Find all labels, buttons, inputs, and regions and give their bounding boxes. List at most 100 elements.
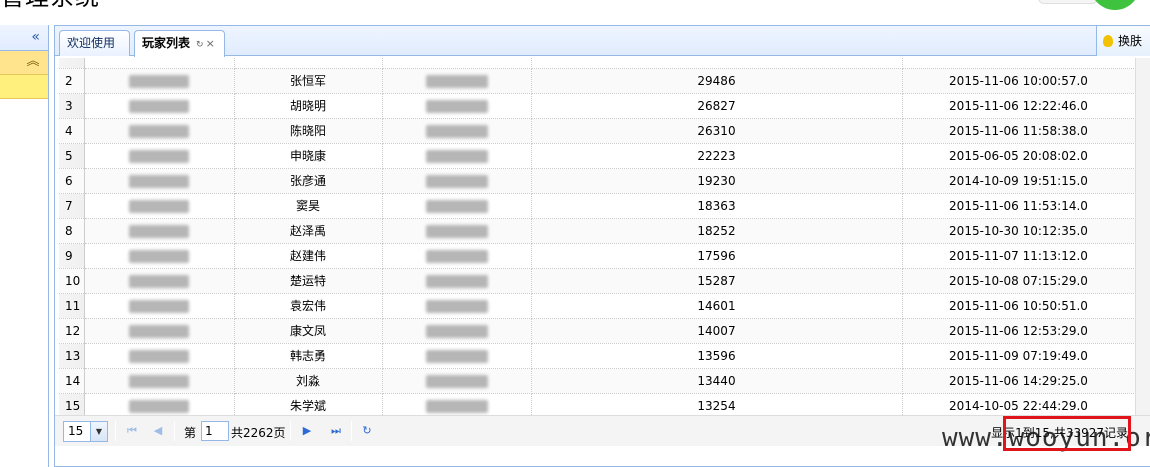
redacted-id-cell bbox=[382, 368, 532, 394]
row-number-cell: 6 bbox=[59, 168, 85, 194]
tab-player-list[interactable]: 玩家列表 ↻ × bbox=[134, 30, 225, 57]
cell bbox=[531, 58, 903, 69]
close-tab-icon[interactable]: × bbox=[206, 32, 215, 56]
score-cell: 17596 bbox=[531, 243, 903, 269]
blurred-text bbox=[425, 324, 488, 338]
tab-welcome[interactable]: 欢迎使用 bbox=[59, 30, 130, 56]
table-row[interactable]: 6 张彦通 19230 2014-10-09 19:51:15.0 bbox=[59, 168, 1135, 194]
divider bbox=[290, 421, 291, 441]
table-row[interactable]: 10 楚运特 15287 2015-10-08 07:15:29.0 bbox=[59, 268, 1135, 294]
table-row[interactable]: 13 韩志勇 13596 2015-11-09 07:19:49.0 bbox=[59, 343, 1135, 369]
blurred-text bbox=[129, 249, 189, 263]
redacted-id-cell bbox=[382, 168, 532, 194]
table-row[interactable]: 9 赵建伟 17596 2015-11-07 11:13:12.0 bbox=[59, 243, 1135, 269]
blurred-text bbox=[129, 199, 189, 213]
table-row[interactable]: 7 窦昊 18363 2015-11-06 11:53:14.0 bbox=[59, 193, 1135, 219]
player-name-cell: 康文凤 bbox=[234, 318, 383, 344]
table-row[interactable]: 4 陈晓阳 26310 2015-11-06 11:58:38.0 bbox=[59, 118, 1135, 144]
row-number-cell: 5 bbox=[59, 143, 85, 169]
redacted-id-cell bbox=[382, 293, 532, 319]
player-name-cell: 楚运特 bbox=[234, 268, 383, 294]
app-title: 管理系统 bbox=[0, 0, 100, 10]
redacted-account-cell bbox=[84, 118, 235, 144]
sidebar-accordion-panel[interactable] bbox=[0, 75, 48, 99]
score-cell: 15287 bbox=[531, 268, 903, 294]
redacted-id-cell bbox=[382, 193, 532, 219]
blurred-text bbox=[129, 74, 189, 88]
redacted-account-cell bbox=[84, 143, 235, 169]
redacted-id-cell bbox=[382, 393, 532, 416]
timestamp-cell: 2015-11-06 12:22:46.0 bbox=[902, 93, 1135, 119]
timestamp-cell: 2015-11-09 07:19:49.0 bbox=[902, 343, 1135, 369]
player-name-cell: 赵建伟 bbox=[234, 243, 383, 269]
score-cell: 14601 bbox=[531, 293, 903, 319]
row-number-cell: 2 bbox=[59, 68, 85, 94]
blurred-text bbox=[425, 224, 488, 238]
lightbulb-icon bbox=[1103, 35, 1113, 47]
redacted-id-cell bbox=[382, 218, 532, 244]
timestamp-cell: 2015-11-06 10:50:51.0 bbox=[902, 293, 1135, 319]
last-page-icon[interactable]: ⏭ bbox=[328, 423, 344, 439]
blurred-text bbox=[129, 399, 189, 413]
table-row[interactable]: 12 康文凤 14007 2015-11-06 12:53:29.0 bbox=[59, 318, 1135, 344]
expand-up-icon[interactable]: ︽ bbox=[24, 54, 42, 70]
blurred-text bbox=[129, 349, 189, 363]
chevron-down-icon[interactable]: ▼ bbox=[90, 422, 107, 441]
row-number-cell: 7 bbox=[59, 193, 85, 219]
blurred-text bbox=[129, 99, 189, 113]
divider bbox=[115, 421, 116, 441]
table-row[interactable]: 15 朱学斌 13254 2014-10-05 22:44:29.0 bbox=[59, 393, 1135, 416]
redacted-account-cell bbox=[84, 68, 235, 94]
table-row[interactable]: 8 赵泽禹 18252 2015-10-30 10:12:35.0 bbox=[59, 218, 1135, 244]
timestamp-cell: 2015-10-30 10:12:35.0 bbox=[902, 218, 1135, 244]
blurred-text bbox=[425, 249, 488, 263]
header-pill bbox=[1038, 0, 1098, 4]
first-page-icon[interactable]: ⏮ bbox=[124, 423, 140, 439]
blurred-text bbox=[129, 299, 189, 313]
timestamp-cell: 2015-11-07 11:13:12.0 bbox=[902, 243, 1135, 269]
main-panel: 欢迎使用 玩家列表 ↻ × 换肤 2 张恒军 29486 2015-11-06 10:00… bbox=[54, 25, 1150, 467]
blurred-text bbox=[425, 99, 488, 113]
page-prefix: 第 bbox=[184, 426, 197, 440]
sidebar-header: « bbox=[0, 25, 48, 51]
refresh-tab-icon[interactable]: ↻ bbox=[196, 33, 204, 57]
next-page-icon[interactable]: ▶ bbox=[299, 423, 315, 439]
collapse-sidebar-icon[interactable]: « bbox=[31, 29, 40, 45]
redacted-id-cell bbox=[382, 243, 532, 269]
timestamp-cell: 2015-06-05 20:08:02.0 bbox=[902, 143, 1135, 169]
table-row-partial[interactable] bbox=[59, 58, 1135, 69]
blurred-text bbox=[425, 374, 488, 388]
current-page-input[interactable] bbox=[201, 421, 229, 441]
blurred-text bbox=[425, 149, 488, 163]
tab-label: 玩家列表 bbox=[142, 36, 191, 50]
table-row[interactable]: 2 张恒军 29486 2015-11-06 10:00:57.0 bbox=[59, 68, 1135, 94]
prev-page-icon[interactable]: ◀ bbox=[150, 423, 166, 439]
blurred-text bbox=[425, 399, 488, 413]
row-number-cell: 4 bbox=[59, 118, 85, 144]
blurred-text bbox=[425, 199, 488, 213]
table-row[interactable]: 11 袁宏伟 14601 2015-11-06 10:50:51.0 bbox=[59, 293, 1135, 319]
player-name-cell: 张恒军 bbox=[234, 68, 383, 94]
row-number-cell: 12 bbox=[59, 318, 85, 344]
score-cell: 14007 bbox=[531, 318, 903, 344]
vertical-scrollbar[interactable] bbox=[1135, 58, 1150, 416]
refresh-icon[interactable]: ↻ bbox=[359, 423, 375, 439]
blurred-text bbox=[425, 349, 488, 363]
player-name-cell: 申晓康 bbox=[234, 143, 383, 169]
score-cell: 19230 bbox=[531, 168, 903, 194]
timestamp-cell: 2015-10-08 07:15:29.0 bbox=[902, 268, 1135, 294]
redacted-account-cell bbox=[84, 293, 235, 319]
skin-button[interactable]: 换肤 bbox=[1096, 26, 1150, 56]
table-row[interactable]: 3 胡晓明 26827 2015-11-06 12:22:46.0 bbox=[59, 93, 1135, 119]
redacted-account-cell bbox=[84, 318, 235, 344]
blurred-text bbox=[129, 374, 189, 388]
row-number-cell: 14 bbox=[59, 368, 85, 394]
sidebar-accordion-header[interactable]: ︽ bbox=[0, 51, 48, 75]
redacted-id-cell bbox=[382, 118, 532, 144]
score-cell: 22223 bbox=[531, 143, 903, 169]
page-size-select[interactable]: 15 ▼ bbox=[63, 421, 108, 442]
row-number-cell bbox=[59, 58, 85, 69]
blurred-text bbox=[129, 324, 189, 338]
table-row[interactable]: 14 刘淼 13440 2015-11-06 14:29:25.0 bbox=[59, 368, 1135, 394]
table-row[interactable]: 5 申晓康 22223 2015-06-05 20:08:02.0 bbox=[59, 143, 1135, 169]
